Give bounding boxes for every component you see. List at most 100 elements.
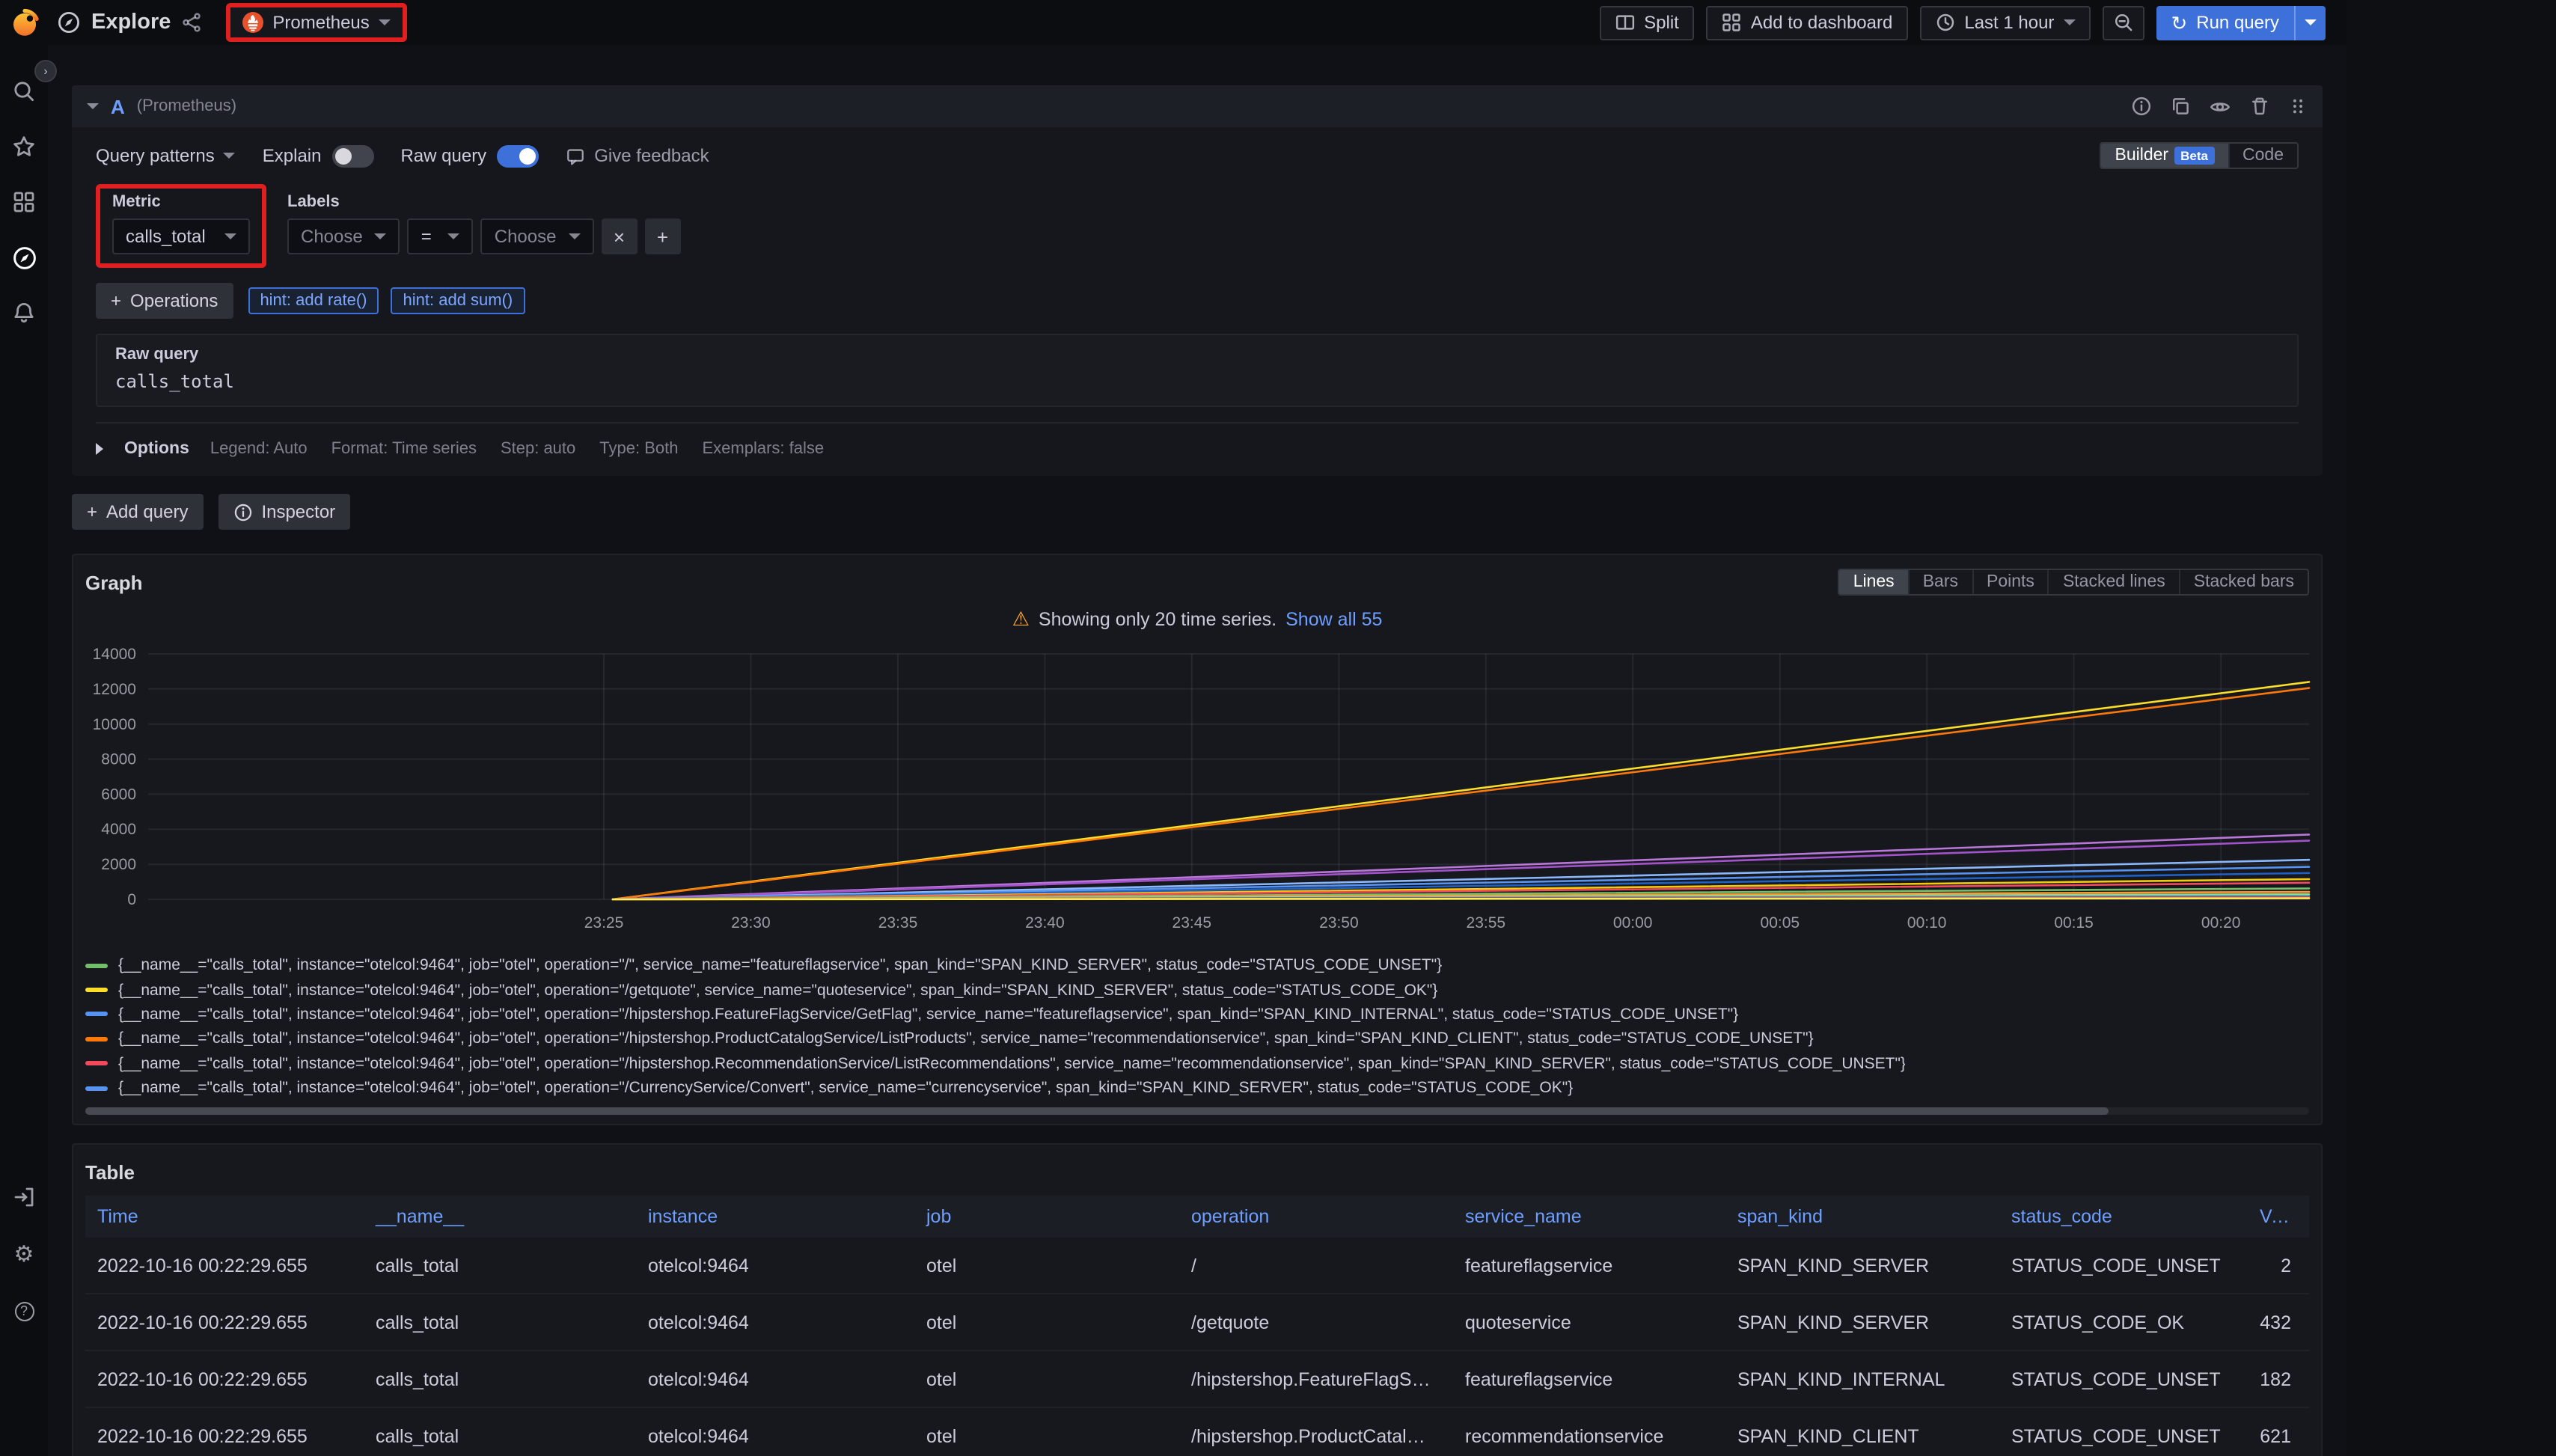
- metric-select[interactable]: calls_total: [112, 218, 250, 254]
- label-filters-row: Choose = Choose: [287, 218, 681, 254]
- x-axis-tick-label: 23:25: [584, 914, 624, 932]
- show-all-series-link[interactable]: Show all 55: [1285, 609, 1382, 630]
- explain-label: Explain: [263, 145, 322, 166]
- x-axis-tick-label: 00:20: [2201, 914, 2241, 932]
- run-query-dropdown[interactable]: [2294, 5, 2326, 40]
- drag-handle-grip-icon[interactable]: [2288, 96, 2308, 117]
- table-header-instance[interactable]: instance: [636, 1206, 914, 1227]
- sidebar-item-explore[interactable]: [7, 244, 40, 271]
- table-cell: SPAN_KIND_SERVER: [1725, 1312, 1999, 1333]
- table-panel: Table Time__name__instancejoboperationse…: [72, 1143, 2323, 1456]
- sidebar-item-dashboards[interactable]: [7, 189, 40, 215]
- query-hint-1[interactable]: hint: add sum(): [391, 287, 525, 314]
- grafana-logo[interactable]: [0, 7, 48, 38]
- operations-button[interactable]: + Operations: [96, 283, 233, 319]
- split-label: Split: [1644, 12, 1679, 33]
- table-header-time[interactable]: Time: [85, 1206, 364, 1227]
- graph-mode-points[interactable]: Points: [1972, 570, 2048, 594]
- give-feedback-link[interactable]: Give feedback: [566, 145, 709, 166]
- table-cell: /: [1179, 1255, 1453, 1276]
- table-header-name[interactable]: __name__: [364, 1206, 636, 1227]
- options-label[interactable]: Options: [124, 439, 189, 457]
- table-header-statuscode[interactable]: status_code: [1999, 1206, 2248, 1227]
- sidebar-item-settings[interactable]: ⚙: [7, 1241, 40, 1267]
- table-cell: otelcol:9464: [636, 1425, 914, 1446]
- query-option-stat-0: Legend: Auto: [210, 439, 308, 457]
- add-label-filter-button[interactable]: +: [645, 218, 681, 254]
- metric-value: calls_total: [126, 226, 206, 247]
- graph-mode-toggle: LinesBarsPointsStacked linesStacked bars: [1838, 569, 2309, 596]
- explore-compass-icon: [57, 10, 81, 34]
- raw-query-switch[interactable]: [497, 144, 539, 167]
- builder-mode-button[interactable]: Builder Beta: [2102, 144, 2228, 168]
- sync-icon: ↻: [2171, 13, 2187, 32]
- copy-query-icon[interactable]: [2170, 96, 2191, 117]
- query-row-actions: [2131, 95, 2308, 117]
- legend-item[interactable]: {__name__="calls_total", instance="otelc…: [85, 1051, 2309, 1076]
- query-ref-id[interactable]: A: [111, 95, 125, 117]
- sidebar: ›: [0, 45, 48, 1456]
- sidebar-item-search[interactable]: [7, 78, 40, 105]
- table-cell: recommendationservice: [1453, 1425, 1725, 1446]
- remove-label-filter-button[interactable]: ×: [602, 218, 638, 254]
- table-header-servicename[interactable]: service_name: [1453, 1206, 1725, 1227]
- info-circle-icon[interactable]: [2131, 96, 2152, 117]
- legend-item[interactable]: {__name__="calls_total", instance="otelc…: [85, 953, 2309, 978]
- table-header-value[interactable]: Value: [2248, 1206, 2309, 1227]
- sidebar-item-starred[interactable]: [7, 133, 40, 160]
- gear-icon: ⚙: [14, 1243, 34, 1265]
- legend-scrollbar[interactable]: [85, 1108, 2309, 1116]
- table-header-spankind[interactable]: span_kind: [1725, 1206, 1999, 1227]
- options-expand-icon[interactable]: [96, 442, 103, 454]
- inspector-button[interactable]: Inspector: [218, 494, 350, 530]
- legend-item[interactable]: {__name__="calls_total", instance="otelc…: [85, 1076, 2309, 1101]
- table-header-job[interactable]: job: [914, 1206, 1179, 1227]
- query-datasource-hint: (Prometheus): [137, 97, 236, 115]
- legend-item[interactable]: {__name__="calls_total", instance="otelc…: [85, 1027, 2309, 1051]
- share-icon[interactable]: [181, 12, 202, 33]
- datasource-picker[interactable]: Prometheus: [230, 7, 402, 37]
- query-options-summary: Legend: AutoFormat: Time seriesStep: aut…: [210, 439, 824, 457]
- scrollbar-thumb[interactable]: [85, 1108, 2109, 1116]
- hide-response-eye-icon[interactable]: [2209, 95, 2231, 117]
- plus-icon: +: [111, 290, 121, 311]
- code-label: Code: [2242, 147, 2284, 165]
- raw-query-toggle[interactable]: Raw query: [400, 144, 539, 167]
- top-bar: Explore Prometheus: [0, 0, 2346, 45]
- table-header-operation[interactable]: operation: [1179, 1206, 1453, 1227]
- graph-mode-lines[interactable]: Lines: [1840, 570, 1908, 594]
- add-query-button[interactable]: + Add query: [72, 494, 203, 530]
- comment-icon: [566, 146, 585, 165]
- label-operator-value: =: [421, 226, 432, 247]
- run-query-button[interactable]: ↻ Run query: [2156, 5, 2326, 40]
- label-operator-select[interactable]: =: [408, 218, 474, 254]
- add-to-dashboard-button[interactable]: Add to dashboard: [1706, 5, 1908, 40]
- x-axis-tick-label: 23:40: [1025, 914, 1065, 932]
- sidebar-expand-button[interactable]: ›: [34, 60, 57, 82]
- collapse-query-icon[interactable]: [87, 103, 99, 109]
- graph-mode-stacked-lines[interactable]: Stacked lines: [2048, 570, 2179, 594]
- remove-query-trash-icon[interactable]: [2249, 96, 2270, 117]
- query-patterns-dropdown[interactable]: Query patterns: [96, 145, 236, 166]
- sidebar-item-help[interactable]: ?: [7, 1297, 40, 1324]
- explain-toggle[interactable]: Explain: [263, 144, 374, 167]
- x-axis-tick-label: 23:45: [1172, 914, 1212, 932]
- query-options-row: Options Legend: AutoFormat: Time seriesS…: [96, 422, 2299, 461]
- query-hint-0[interactable]: hint: add rate(): [248, 287, 379, 314]
- graph-panel-title: Graph: [85, 571, 143, 593]
- graph-mode-stacked-bars[interactable]: Stacked bars: [2179, 570, 2308, 594]
- explain-switch[interactable]: [331, 144, 373, 167]
- legend-item[interactable]: {__name__="calls_total", instance="otelc…: [85, 1003, 2309, 1027]
- zoom-out-button[interactable]: [2102, 5, 2144, 40]
- query-option-stat-4: Exemplars: false: [702, 439, 824, 457]
- chevron-down-icon: [224, 233, 236, 239]
- legend-item[interactable]: {__name__="calls_total", instance="otelc…: [85, 978, 2309, 1003]
- label-value-select[interactable]: Choose: [481, 218, 594, 254]
- split-button[interactable]: Split: [1599, 5, 1694, 40]
- graph-mode-bars[interactable]: Bars: [1908, 570, 1972, 594]
- sidebar-item-alerting[interactable]: [7, 299, 40, 326]
- code-mode-button[interactable]: Code: [2228, 144, 2297, 168]
- time-range-picker[interactable]: Last 1 hour: [1919, 5, 2090, 40]
- label-name-select[interactable]: Choose: [287, 218, 400, 254]
- sidebar-item-sign-in[interactable]: [7, 1184, 40, 1211]
